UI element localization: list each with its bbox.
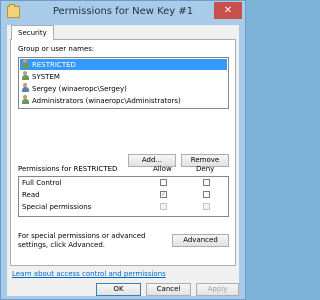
security-tab-panel: Group or user names: RESTRICTED SYSTEM S… <box>10 39 236 266</box>
cancel-button[interactable]: Cancel <box>146 283 191 296</box>
allow-checkbox <box>160 203 167 210</box>
deny-checkbox[interactable] <box>203 191 210 198</box>
ok-button[interactable]: OK <box>96 283 141 296</box>
list-item-administrators[interactable]: Administrators (winaeropc\Administrators… <box>20 95 227 106</box>
permission-name: Special permissions <box>22 203 92 211</box>
advanced-button[interactable]: Advanced <box>172 234 229 247</box>
permission-row-special: Special permissions <box>22 202 222 212</box>
group-icon <box>21 71 30 80</box>
allow-checkbox[interactable]: ✓ <box>160 191 167 198</box>
user-name: Administrators (winaeropc\Administrators… <box>32 97 181 105</box>
users-label: Group or user names: <box>18 45 95 53</box>
permission-row-read: Read ✓ <box>22 190 222 200</box>
list-item-restricted[interactable]: RESTRICTED <box>20 59 227 70</box>
permissions-table: Full Control Read ✓ Special permissions <box>18 176 229 217</box>
learn-link[interactable]: Learn about access control and permissio… <box>12 270 166 278</box>
deny-checkbox[interactable] <box>203 179 210 186</box>
list-item-sergey[interactable]: Sergey (winaeropc\Sergey) <box>20 83 227 94</box>
title-bar[interactable]: Permissions for New Key #1 ✕ <box>1 1 245 25</box>
deny-checkbox <box>203 203 210 210</box>
list-item-system[interactable]: SYSTEM <box>20 71 227 82</box>
users-list[interactable]: RESTRICTED SYSTEM Sergey (winaeropc\Serg… <box>18 57 229 109</box>
group-icon <box>21 95 30 104</box>
user-name: Sergey (winaeropc\Sergey) <box>32 85 127 93</box>
permissions-header: Permissions for RESTRICTED <box>18 165 118 173</box>
group-icon <box>21 59 30 68</box>
user-icon <box>21 83 30 92</box>
apply-button: Apply <box>196 283 239 296</box>
user-name: SYSTEM <box>32 73 60 81</box>
permission-row-full-control: Full Control <box>22 178 222 188</box>
advanced-hint: For special permissions or advanced sett… <box>18 232 146 249</box>
user-name: RESTRICTED <box>32 61 76 69</box>
allow-checkbox[interactable] <box>160 179 167 186</box>
permissions-dialog: Permissions for New Key #1 ✕ Security Gr… <box>0 0 246 300</box>
close-button[interactable]: ✕ <box>214 2 242 19</box>
permission-name: Read <box>22 191 40 199</box>
window-title: Permissions for New Key #1 <box>52 6 194 17</box>
allow-header: Allow <box>153 165 172 173</box>
tab-security[interactable]: Security <box>11 25 54 40</box>
deny-header: Deny <box>196 165 215 173</box>
dialog-client: Security Group or user names: RESTRICTED… <box>7 25 239 296</box>
permission-name: Full Control <box>22 179 62 187</box>
